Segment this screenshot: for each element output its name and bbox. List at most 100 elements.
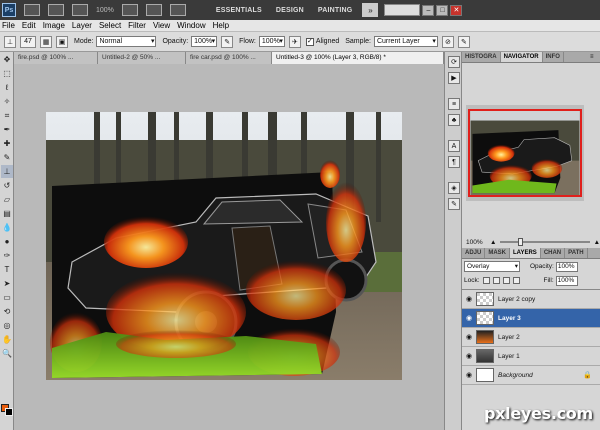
workspace-essentials[interactable]: ESSENTIALS: [216, 7, 262, 14]
menu-image[interactable]: Image: [43, 21, 65, 30]
opacity-input[interactable]: 100%: [191, 36, 218, 47]
grid-icon[interactable]: [72, 4, 88, 16]
more-workspaces-button[interactable]: »: [362, 3, 379, 17]
history-panel-icon[interactable]: ⟳: [448, 56, 460, 68]
clone-stamp-tool-icon[interactable]: ⊥: [1, 165, 13, 178]
screen-mode-icon[interactable]: [169, 4, 186, 16]
tab-masks[interactable]: MASK: [485, 248, 511, 258]
menu-filter[interactable]: Filter: [128, 21, 146, 30]
shape-tool-icon[interactable]: ▭: [1, 291, 13, 304]
search-field[interactable]: [384, 4, 421, 16]
zoom-level[interactable]: 100%: [96, 7, 114, 14]
navigator-zoom-slider[interactable]: [500, 238, 590, 246]
visibility-eye-icon[interactable]: ◉: [462, 352, 476, 360]
zoom-slider-knob[interactable]: [518, 238, 524, 246]
pen-tool-icon[interactable]: ✑: [1, 249, 13, 262]
workspace-painting[interactable]: PAINTING: [318, 7, 353, 14]
blend-mode-select[interactable]: Overlay: [464, 261, 520, 272]
hand-tool-icon[interactable]: ✋: [1, 333, 13, 346]
character-panel-icon[interactable]: A: [448, 140, 460, 152]
tab-fire-car-psd[interactable]: fire car.psd @ 100% ...: [186, 52, 272, 64]
eraser-tool-icon[interactable]: ▱: [1, 193, 13, 206]
visibility-eye-icon[interactable]: ◉: [462, 314, 476, 322]
zoom-out-icon[interactable]: ▲: [490, 239, 496, 246]
tab-fire-psd[interactable]: fire.psd @ 100% ...: [14, 52, 98, 64]
maximize-button[interactable]: □: [436, 4, 449, 16]
ignore-adjustment-icon[interactable]: ⊘: [441, 35, 454, 48]
lock-transparent-icon[interactable]: [482, 277, 490, 284]
brush-tool-icon[interactable]: ✎: [1, 151, 13, 164]
canvas-area[interactable]: [14, 64, 444, 430]
navigator-view-box[interactable]: [468, 109, 582, 197]
zoom-tool-icon[interactable]: 🔍: [1, 347, 13, 360]
menu-file[interactable]: File: [2, 21, 15, 30]
menu-edit[interactable]: Edit: [22, 21, 36, 30]
dodge-tool-icon[interactable]: ●: [1, 235, 13, 248]
mode-select[interactable]: Normal: [96, 36, 157, 47]
fill-input[interactable]: 100%: [555, 275, 578, 286]
close-button[interactable]: ✕: [450, 4, 463, 16]
tab-navigator[interactable]: NAVIGATOR: [500, 52, 543, 62]
notes-panel-icon[interactable]: ✎: [448, 198, 460, 210]
history-brush-tool-icon[interactable]: ↺: [1, 179, 13, 192]
lock-all-icon[interactable]: [512, 277, 520, 284]
3d-panel-icon[interactable]: ◈: [448, 182, 460, 194]
lasso-tool-icon[interactable]: ℓ: [1, 81, 13, 94]
menu-select[interactable]: Select: [99, 21, 121, 30]
quick-select-tool-icon[interactable]: ✧: [1, 95, 13, 108]
marquee-tool-icon[interactable]: ⬚: [1, 67, 13, 80]
lock-pixels-icon[interactable]: [492, 277, 500, 284]
zoom-in-icon[interactable]: ▲: [594, 239, 600, 246]
actions-panel-icon[interactable]: ▶: [448, 72, 460, 84]
menu-help[interactable]: Help: [213, 21, 229, 30]
pressure-opacity-icon[interactable]: ✎: [221, 35, 234, 48]
layer-row-layer-1[interactable]: ◉ Layer 1: [462, 347, 600, 366]
menu-view[interactable]: View: [153, 21, 170, 30]
3d-orbit-tool-icon[interactable]: ◎: [1, 319, 13, 332]
eyedropper-tool-icon[interactable]: ✒: [1, 123, 13, 136]
background-color-swatch[interactable]: [5, 408, 13, 416]
aligned-checkbox[interactable]: ✓: [305, 37, 314, 46]
move-tool-icon[interactable]: ✥: [1, 53, 13, 66]
tab-adjustments[interactable]: ADJU: [462, 248, 486, 258]
photoshop-logo[interactable]: Ps: [2, 3, 16, 17]
menu-window[interactable]: Window: [177, 21, 205, 30]
tab-untitled-3[interactable]: Untitled-3 @ 100% (Layer 3, RGB/8) *: [272, 52, 444, 64]
bridge-icon[interactable]: [24, 4, 40, 16]
tab-paths[interactable]: PATH: [565, 248, 588, 258]
brush-preset-icon[interactable]: 47: [20, 35, 36, 48]
type-tool-icon[interactable]: T: [1, 263, 13, 276]
layer-opacity-input[interactable]: 100%: [555, 261, 578, 272]
visibility-eye-icon[interactable]: ◉: [462, 371, 476, 379]
clone-source-panel-icon[interactable]: ♣: [448, 114, 460, 126]
flow-input[interactable]: 100%: [258, 36, 285, 47]
path-select-tool-icon[interactable]: ➤: [1, 277, 13, 290]
tab-channels[interactable]: CHAN: [541, 248, 566, 258]
tab-layers[interactable]: LAYERS: [510, 248, 541, 258]
visibility-eye-icon[interactable]: ◉: [462, 333, 476, 341]
arrange-documents-icon[interactable]: [145, 4, 162, 16]
healing-tool-icon[interactable]: ✚: [1, 137, 13, 150]
blur-tool-icon[interactable]: 💧: [1, 221, 13, 234]
tab-untitled-2[interactable]: Untitled-2 @ 50% ...: [98, 52, 186, 64]
pressure-size-icon[interactable]: ✎: [457, 35, 470, 48]
lock-position-icon[interactable]: [502, 277, 510, 284]
tab-info[interactable]: INFO: [543, 52, 564, 62]
layer-row-layer-3[interactable]: ◉ Layer 3: [462, 309, 600, 328]
layer-row-layer-2[interactable]: ◉ Layer 2: [462, 328, 600, 347]
crop-tool-icon[interactable]: ⌗: [1, 109, 13, 122]
panel-menu-icon[interactable]: ≡: [590, 52, 600, 62]
layer-row-background[interactable]: ◉ Background 🔒: [462, 366, 600, 385]
brush-presets-icon[interactable]: ≡: [448, 98, 460, 110]
hand-tool-icon[interactable]: [121, 4, 138, 16]
brush-panel-icon[interactable]: ▦: [40, 35, 52, 48]
menu-layer[interactable]: Layer: [72, 21, 92, 30]
clone-source-icon[interactable]: ▣: [56, 35, 68, 48]
document-image[interactable]: [46, 112, 402, 380]
workspace-design[interactable]: DESIGN: [276, 7, 304, 14]
paragraph-panel-icon[interactable]: ¶: [448, 156, 460, 168]
gradient-tool-icon[interactable]: ▤: [1, 207, 13, 220]
clone-stamp-icon[interactable]: ⊥: [4, 35, 16, 48]
tab-histogram[interactable]: HISTOGRA: [462, 52, 501, 62]
airbrush-icon[interactable]: ✈: [288, 35, 301, 48]
